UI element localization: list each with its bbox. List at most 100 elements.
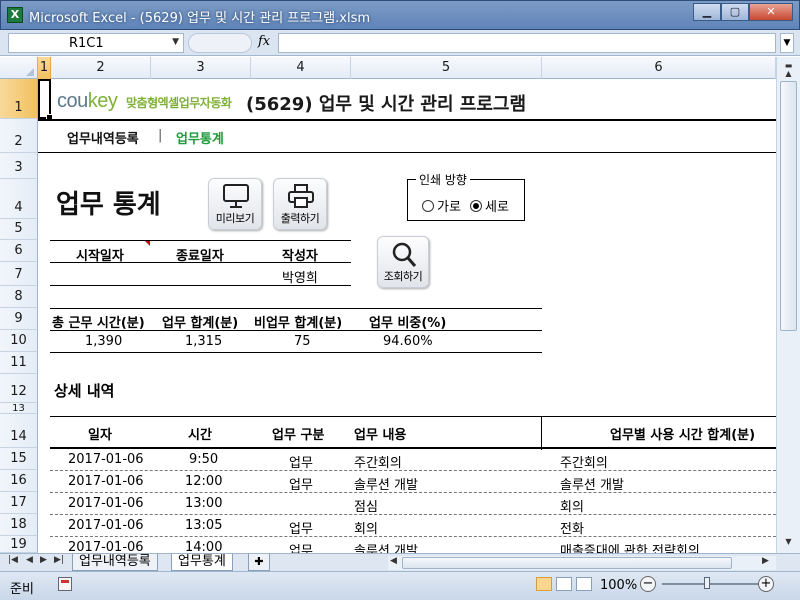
divider xyxy=(50,308,542,309)
radio-portrait[interactable]: 세로 xyxy=(470,196,509,215)
nav-link-work-entry[interactable]: 업무내역등록 xyxy=(67,128,139,147)
column-header[interactable]: 4 xyxy=(251,57,351,79)
insert-sheet-icon[interactable]: ✚ xyxy=(248,554,270,571)
scroll-down-icon[interactable]: ▼ xyxy=(780,535,797,549)
row-header[interactable]: 9 xyxy=(0,308,38,330)
macro-record-icon[interactable] xyxy=(58,577,72,591)
row-header[interactable]: 1 xyxy=(0,79,38,119)
name-box-value: R1C1 xyxy=(69,36,104,51)
divider xyxy=(50,492,776,493)
preview-button[interactable]: 미리보기 xyxy=(208,178,262,230)
scroll-right-icon[interactable]: ▶ xyxy=(762,556,769,566)
row-header[interactable]: 15 xyxy=(0,448,38,470)
summary-header-nonwork: 비업무 합계(분) xyxy=(254,316,343,331)
column-header[interactable]: 3 xyxy=(151,57,251,79)
next-sheet-icon[interactable]: ▶ xyxy=(40,555,47,565)
divider xyxy=(38,119,776,121)
scroll-up-icon[interactable]: ▲ xyxy=(780,67,797,81)
row-header[interactable]: 19 xyxy=(0,536,38,553)
sheet-tab-work-entry[interactable]: 업무내역등록 xyxy=(72,554,158,571)
row-header[interactable]: 14 xyxy=(0,414,38,448)
minimize-icon[interactable]: ▁ xyxy=(693,3,721,21)
search-button[interactable]: 조회하기 xyxy=(377,236,429,288)
column-header[interactable]: 1 xyxy=(38,57,51,79)
row-header[interactable]: 11 xyxy=(0,352,38,374)
chevron-down-icon[interactable]: ▼ xyxy=(172,37,179,47)
radio-off-icon xyxy=(422,199,434,212)
author-input[interactable]: 박영희 xyxy=(282,267,318,286)
restore-icon[interactable]: ▢ xyxy=(721,3,749,21)
horizontal-scrollbar[interactable]: ◀ ▶ xyxy=(388,556,776,570)
zoom-in-icon[interactable]: + xyxy=(758,576,774,592)
column-header[interactable]: 6 xyxy=(542,57,776,79)
sheet-tab-work-stats[interactable]: 업무통계 xyxy=(171,554,233,571)
per-task-item: 전화 xyxy=(560,522,584,537)
row-header[interactable]: 6 xyxy=(0,240,38,262)
page-layout-view-icon[interactable] xyxy=(556,577,572,591)
page-title: 업무 통계 xyxy=(56,190,161,220)
select-all-corner[interactable] xyxy=(0,57,38,79)
print-button[interactable]: 출력하기 xyxy=(273,178,327,230)
zoom-out-icon[interactable]: − xyxy=(640,576,656,592)
name-box[interactable]: R1C1 ▼ xyxy=(8,33,184,53)
row-header[interactable]: 2 xyxy=(0,119,38,153)
cell-time: 9:50 xyxy=(189,452,219,467)
row-header[interactable]: 3 xyxy=(0,153,38,179)
row-header[interactable]: 5 xyxy=(0,219,38,240)
excel-app-icon[interactable]: X xyxy=(7,7,23,23)
divider xyxy=(50,352,542,353)
hscroll-thumb[interactable] xyxy=(402,557,732,569)
divider xyxy=(50,240,351,241)
first-sheet-icon[interactable]: |◀ xyxy=(8,555,18,565)
summary-ratio-value: 94.60% xyxy=(383,334,433,349)
formula-tools: fx xyxy=(188,33,276,53)
print-label: 출력하기 xyxy=(280,212,320,225)
divider xyxy=(50,262,351,263)
divider xyxy=(50,416,776,417)
last-sheet-icon[interactable]: ▶| xyxy=(54,555,64,565)
column-header[interactable]: 2 xyxy=(51,57,151,79)
column-headers: 1 2 3 4 5 6 xyxy=(0,57,800,79)
prev-sheet-icon[interactable]: ◀ xyxy=(26,555,33,565)
radio-landscape[interactable]: 가로 xyxy=(422,196,461,215)
row-header[interactable]: 7 xyxy=(0,262,38,286)
cell-date: 2017-01-06 xyxy=(68,474,144,489)
scroll-left-icon[interactable]: ◀ xyxy=(390,556,397,566)
row-header[interactable]: 16 xyxy=(0,470,38,492)
vertical-scrollbar[interactable]: ▬ ▲ ▼ xyxy=(776,57,800,553)
search-icon xyxy=(392,242,417,267)
title-bar: X Microsoft Excel - (5629) 업무 및 시간 관리 프로… xyxy=(0,0,800,30)
zoom-level[interactable]: 100% xyxy=(600,578,637,593)
per-task-item: 솔루션 개발 xyxy=(560,478,624,493)
cell-category: 업무 xyxy=(289,478,313,493)
column-header[interactable]: 5 xyxy=(351,57,542,79)
row-header[interactable]: 13 xyxy=(0,403,38,414)
row-header[interactable]: 4 xyxy=(0,179,38,219)
nav-link-work-stats[interactable]: 업무통계 xyxy=(176,128,224,147)
zoom-slider-track[interactable] xyxy=(662,583,758,585)
row-header[interactable]: 8 xyxy=(0,286,38,308)
preview-label: 미리보기 xyxy=(215,212,255,225)
page-break-view-icon[interactable] xyxy=(576,577,592,591)
row-header[interactable]: 10 xyxy=(0,330,38,352)
row-header[interactable]: 17 xyxy=(0,492,38,514)
insert-function-icon[interactable]: fx xyxy=(258,34,270,49)
scroll-thumb[interactable] xyxy=(780,81,797,331)
row-header[interactable]: 12 xyxy=(0,374,38,403)
zoom-slider-thumb[interactable] xyxy=(704,577,710,589)
summary-header-total: 총 근무 시간(분) xyxy=(52,316,145,331)
formula-input[interactable] xyxy=(278,33,776,53)
row-header[interactable]: 18 xyxy=(0,514,38,536)
per-task-item: 주간회의 xyxy=(560,456,608,471)
cell-time: 12:00 xyxy=(185,474,223,489)
close-icon[interactable]: ✕ xyxy=(749,3,793,21)
radio-on-icon xyxy=(470,199,482,212)
search-label: 조회하기 xyxy=(383,270,423,283)
normal-view-icon[interactable] xyxy=(536,577,552,591)
status-bar: 준비 100% − + xyxy=(0,571,800,600)
expand-formula-bar-icon[interactable]: ▼ xyxy=(780,33,794,53)
active-cell[interactable] xyxy=(38,79,53,121)
printer-icon xyxy=(288,184,314,208)
worksheet-grid[interactable]: coukey 맞춤형엑셀업무자동화 (5629) 업무 및 시간 관리 프로그램… xyxy=(38,79,776,553)
cell-content: 솔루션 개발 xyxy=(354,544,418,553)
